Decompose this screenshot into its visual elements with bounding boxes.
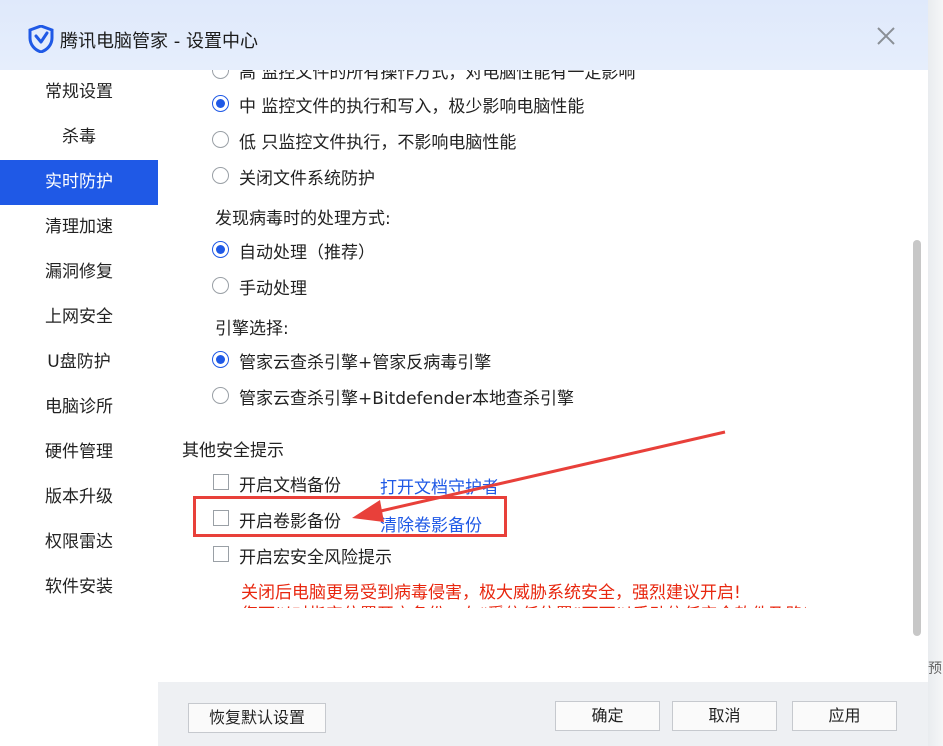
sidebar-item-upgrade[interactable]: 版本升级 — [0, 475, 158, 520]
other-security-heading: 其他安全提示 — [182, 441, 284, 461]
radio-engine-tencent[interactable] — [212, 351, 229, 368]
option-auto-handle-label: 自动处理（推荐） — [239, 243, 375, 263]
settings-sidebar: 常规设置 杀毒 实时防护 清理加速 漏洞修复 上网安全 U盘防护 电脑诊所 硬件… — [0, 70, 158, 746]
sidebar-item-web-security[interactable]: 上网安全 — [0, 295, 158, 340]
sidebar-item-cleanup[interactable]: 清理加速 — [0, 205, 158, 250]
background-window-edge — [928, 0, 943, 746]
radio-disable-fs-protection[interactable] — [212, 167, 229, 184]
radio-engine-bitdefender[interactable] — [212, 387, 229, 404]
option-low-label: 低 只监控文件执行，不影响电脑性能 — [239, 133, 517, 153]
open-doc-guardian-link[interactable]: 打开文档守护者 — [380, 473, 499, 498]
radio-auto-handle[interactable] — [212, 241, 229, 258]
radio-low[interactable] — [212, 131, 229, 148]
virus-handling-heading: 发现病毒时的处理方式: — [215, 209, 391, 229]
settings-content: 高 监控文件的所有操作方式，对电脑性能有一定影响 中 监控文件的执行和写入，极少… — [158, 70, 928, 682]
sidebar-item-general[interactable]: 常规设置 — [0, 70, 158, 115]
settings-footer: 恢复默认设置 确定 取消 应用 — [158, 682, 928, 746]
sidebar-item-pc-clinic[interactable]: 电脑诊所 — [0, 385, 158, 430]
sidebar-item-usb-protection[interactable]: U盘防护 — [0, 340, 158, 385]
option-engine-tencent-label: 管家云查杀引擎+管家反病毒引擎 — [239, 353, 492, 373]
security-warning-cut-text: 您可以对指定位置开启备份，在“受信任位置”下可以手动信任安全软件及路径 — [241, 600, 806, 608]
sidebar-item-permission-radar[interactable]: 权限雷达 — [0, 520, 158, 565]
radio-medium[interactable] — [212, 95, 229, 112]
sidebar-item-antivirus[interactable]: 杀毒 — [0, 115, 158, 160]
window-title: 腾讯电脑管家 - 设置中心 — [60, 31, 258, 52]
shield-logo-icon — [28, 25, 54, 53]
sidebar-item-software-install[interactable]: 软件安装 — [0, 565, 158, 610]
title-bar[interactable]: 腾讯电脑管家 - 设置中心 — [0, 0, 928, 70]
checkbox-macro-warning[interactable] — [213, 546, 229, 562]
sidebar-item-realtime-protection[interactable]: 实时防护 — [0, 160, 158, 205]
close-icon[interactable] — [872, 22, 900, 50]
sidebar-item-vulnerability-fix[interactable]: 漏洞修复 — [0, 250, 158, 295]
doc-backup-label: 开启文档备份 — [239, 476, 341, 496]
engine-heading: 引擎选择: — [215, 319, 289, 339]
option-medium-label: 中 监控文件的执行和写入，极少影响电脑性能 — [239, 97, 585, 117]
content-scrollbar[interactable] — [913, 240, 921, 636]
apply-button[interactable]: 应用 — [792, 701, 897, 731]
background-text-fragment: 预 — [928, 661, 942, 677]
annotation-highlight-box — [193, 496, 507, 537]
macro-warning-label: 开启宏安全风险提示 — [239, 548, 392, 568]
option-manual-handle-label: 手动处理 — [239, 279, 307, 299]
cancel-button[interactable]: 取消 — [672, 701, 777, 731]
option-engine-bitdefender-label: 管家云查杀引擎+Bitdefender本地查杀引擎 — [239, 389, 575, 409]
sidebar-item-hardware[interactable]: 硬件管理 — [0, 430, 158, 475]
ok-button[interactable]: 确定 — [555, 701, 660, 731]
radio-high[interactable] — [212, 70, 229, 79]
option-high-label: 高 监控文件的所有操作方式，对电脑性能有一定影响 — [239, 70, 636, 83]
option-disable-label: 关闭文件系统防护 — [239, 169, 375, 189]
restore-defaults-button[interactable]: 恢复默认设置 — [188, 703, 326, 733]
radio-manual-handle[interactable] — [212, 277, 229, 294]
checkbox-doc-backup[interactable] — [213, 474, 229, 490]
security-warning-cut-line: 您可以对指定位置开启备份，在“受信任位置”下可以手动信任安全软件及路径 — [241, 600, 806, 608]
settings-window: 腾讯电脑管家 - 设置中心 常规设置 杀毒 实时防护 清理加速 漏洞修复 上网安… — [0, 0, 928, 746]
